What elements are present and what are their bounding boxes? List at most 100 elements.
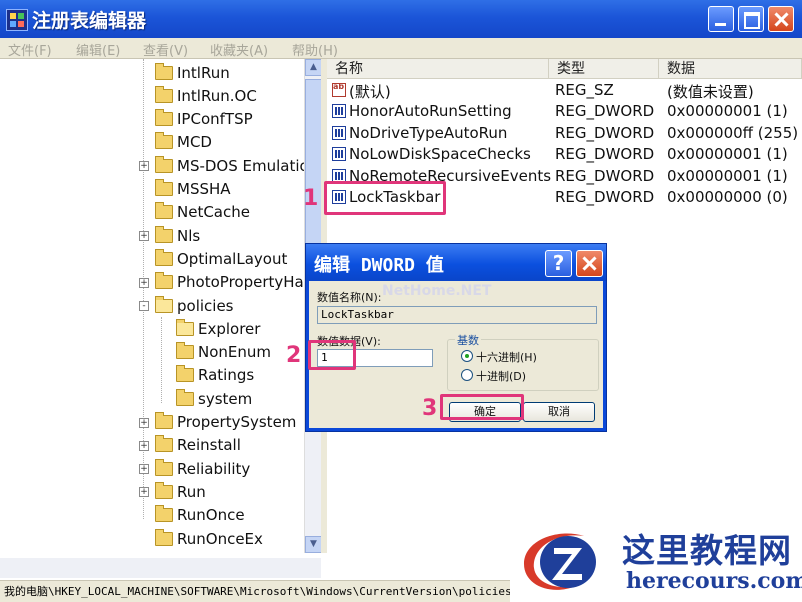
menu-view[interactable]: 查看(V) <box>143 40 188 59</box>
menu-bar: 文件(F) 编辑(E) 查看(V) 收藏夹(A) 帮助(H) <box>0 38 802 59</box>
tree-item-label: Run <box>177 482 206 501</box>
dialog-title-bar: 编辑 DWORD 值 ? <box>306 244 606 281</box>
tree-item[interactable]: MCD <box>155 131 212 154</box>
tree-item[interactable]: + Reliability <box>139 457 250 480</box>
collapse-icon[interactable]: - <box>139 301 149 311</box>
hex-radio[interactable] <box>461 350 473 362</box>
tree-item[interactable]: Explorer <box>176 317 260 340</box>
expand-icon[interactable]: + <box>139 464 149 475</box>
tree-item[interactable]: + Nls <box>139 224 201 247</box>
dialog-title: 编辑 DWORD 值 <box>314 255 444 276</box>
tree-item[interactable]: - policies <box>139 294 234 317</box>
tree-item[interactable]: NetCache <box>155 201 250 224</box>
value-type: REG_SZ <box>555 81 614 99</box>
value-row[interactable]: NoDriveTypeAutoRun REG_DWORD 0x000000ff (2… <box>327 123 802 144</box>
value-name: NoDriveTypeAutoRun <box>349 123 508 142</box>
decimal-radio[interactable] <box>461 369 473 381</box>
dword-value-icon <box>332 104 346 119</box>
expand-icon[interactable]: + <box>139 161 149 172</box>
tree-item[interactable]: MSSHA <box>155 178 231 201</box>
value-data: 0x00000001 (1) <box>667 145 788 164</box>
step-1-marker: 1 <box>303 186 319 211</box>
brand-name-en: herecours.com <box>626 568 802 594</box>
highlight-ok-button <box>440 394 524 420</box>
folder-icon <box>155 155 173 173</box>
column-header-type[interactable]: 类型 <box>549 59 659 79</box>
tree-item-label: Ratings <box>198 366 255 385</box>
value-name-label: 数值名称(N): <box>317 291 382 304</box>
tree-item[interactable]: system <box>176 387 252 410</box>
value-data: 0x000000ff (255) <box>667 123 799 142</box>
folder-icon <box>176 318 194 336</box>
dword-value-icon <box>332 147 346 162</box>
tree-item-label: Reinstall <box>177 436 241 455</box>
folder-icon <box>155 248 173 266</box>
tree-item[interactable]: + Run <box>139 480 206 503</box>
expand-icon[interactable]: + <box>139 231 149 242</box>
column-header-data[interactable]: 数据 <box>659 59 802 79</box>
tree-item-label: PropertySystem <box>177 413 297 431</box>
maximize-button[interactable] <box>738 6 764 32</box>
folder-icon <box>155 85 173 103</box>
tree-item-label: IntlRun.OC <box>177 86 257 105</box>
help-icon[interactable]: ? <box>545 250 572 277</box>
highlight-locktaskbar <box>324 181 446 215</box>
tree-item[interactable]: Ratings <box>176 364 254 387</box>
scroll-up-icon[interactable]: ▲ <box>305 59 322 76</box>
value-row[interactable]: (默认) REG_SZ (数值未设置) <box>327 80 802 101</box>
menu-file[interactable]: 文件(F) <box>8 40 52 59</box>
tree-item[interactable]: + MS-DOS Emulation <box>139 154 304 177</box>
expand-icon[interactable]: + <box>139 277 149 288</box>
scroll-down-icon[interactable]: ▼ <box>305 536 322 553</box>
value-data: (数值未设置) <box>667 83 754 101</box>
expand-icon[interactable]: + <box>139 440 149 451</box>
tree-item[interactable]: IPConfTSP <box>155 108 253 131</box>
tree-item[interactable]: RunOnce <box>155 504 245 527</box>
tree-item[interactable]: OptimalLayout <box>155 247 287 270</box>
tree-item-label: IPConfTSP <box>177 110 253 129</box>
close-button[interactable] <box>768 6 794 32</box>
tree-item-label: MSSHA <box>177 180 231 198</box>
folder-icon <box>155 412 173 429</box>
expand-icon[interactable]: + <box>139 487 149 498</box>
folder-icon <box>155 435 173 453</box>
tree-item-label: MCD <box>177 133 212 152</box>
cancel-button[interactable]: 取消 <box>523 402 595 422</box>
menu-favorites[interactable]: 收藏夹(A) <box>210 40 268 59</box>
value-name: HonorAutoRunSetting <box>349 102 512 121</box>
folder-icon <box>155 505 173 523</box>
folder-icon <box>155 481 173 499</box>
tree-item[interactable]: RunOnceEx <box>155 527 263 550</box>
tree-horizontal-scrollbar[interactable] <box>0 558 321 578</box>
folder-icon <box>155 109 173 127</box>
value-row[interactable]: HonorAutoRunSetting REG_DWORD 0x00000001 (… <box>327 101 802 122</box>
tree-item-label: Explorer <box>198 319 261 338</box>
title-bar: 注册表编辑器 <box>0 0 802 38</box>
decimal-radio-label[interactable]: 十进制(D) <box>476 368 526 384</box>
tree-item[interactable]: + Reinstall <box>139 434 241 457</box>
value-type: REG_DWORD <box>555 123 655 142</box>
menu-edit[interactable]: 编辑(E) <box>76 40 120 59</box>
hex-radio-label[interactable]: 十六进制(H) <box>476 349 537 365</box>
dword-value-icon <box>332 125 346 140</box>
column-header-name[interactable]: 名称 <box>327 59 549 79</box>
dialog-close-button[interactable] <box>576 250 603 277</box>
tree-item[interactable]: IntlRun <box>155 61 230 84</box>
tree-item[interactable]: + PropertySystem <box>139 411 297 434</box>
value-row[interactable]: NoLowDiskSpaceChecks REG_DWORD 0x00000001 … <box>327 144 802 165</box>
tree-item-label: MS-DOS Emulation <box>177 156 304 175</box>
tree-item[interactable]: + PhotoPropertyHandler <box>139 271 304 294</box>
value-data: 0x00000001 (1) <box>667 102 788 121</box>
tree-item[interactable]: NonEnum <box>176 341 271 364</box>
brand-name-cn: 这里教程网 <box>622 531 792 570</box>
tree-item[interactable]: IntlRun.OC <box>155 84 257 107</box>
folder-icon <box>155 202 173 220</box>
value-type: REG_DWORD <box>555 188 655 206</box>
base-label: 基数 <box>455 332 481 348</box>
tree-item-label: Nls <box>177 226 201 245</box>
tree-item-label: IntlRun <box>177 63 230 82</box>
menu-help[interactable]: 帮助(H) <box>292 40 338 59</box>
value-name: NoLowDiskSpaceChecks <box>349 145 531 164</box>
minimize-button[interactable] <box>708 6 734 32</box>
expand-icon[interactable]: + <box>139 417 149 428</box>
